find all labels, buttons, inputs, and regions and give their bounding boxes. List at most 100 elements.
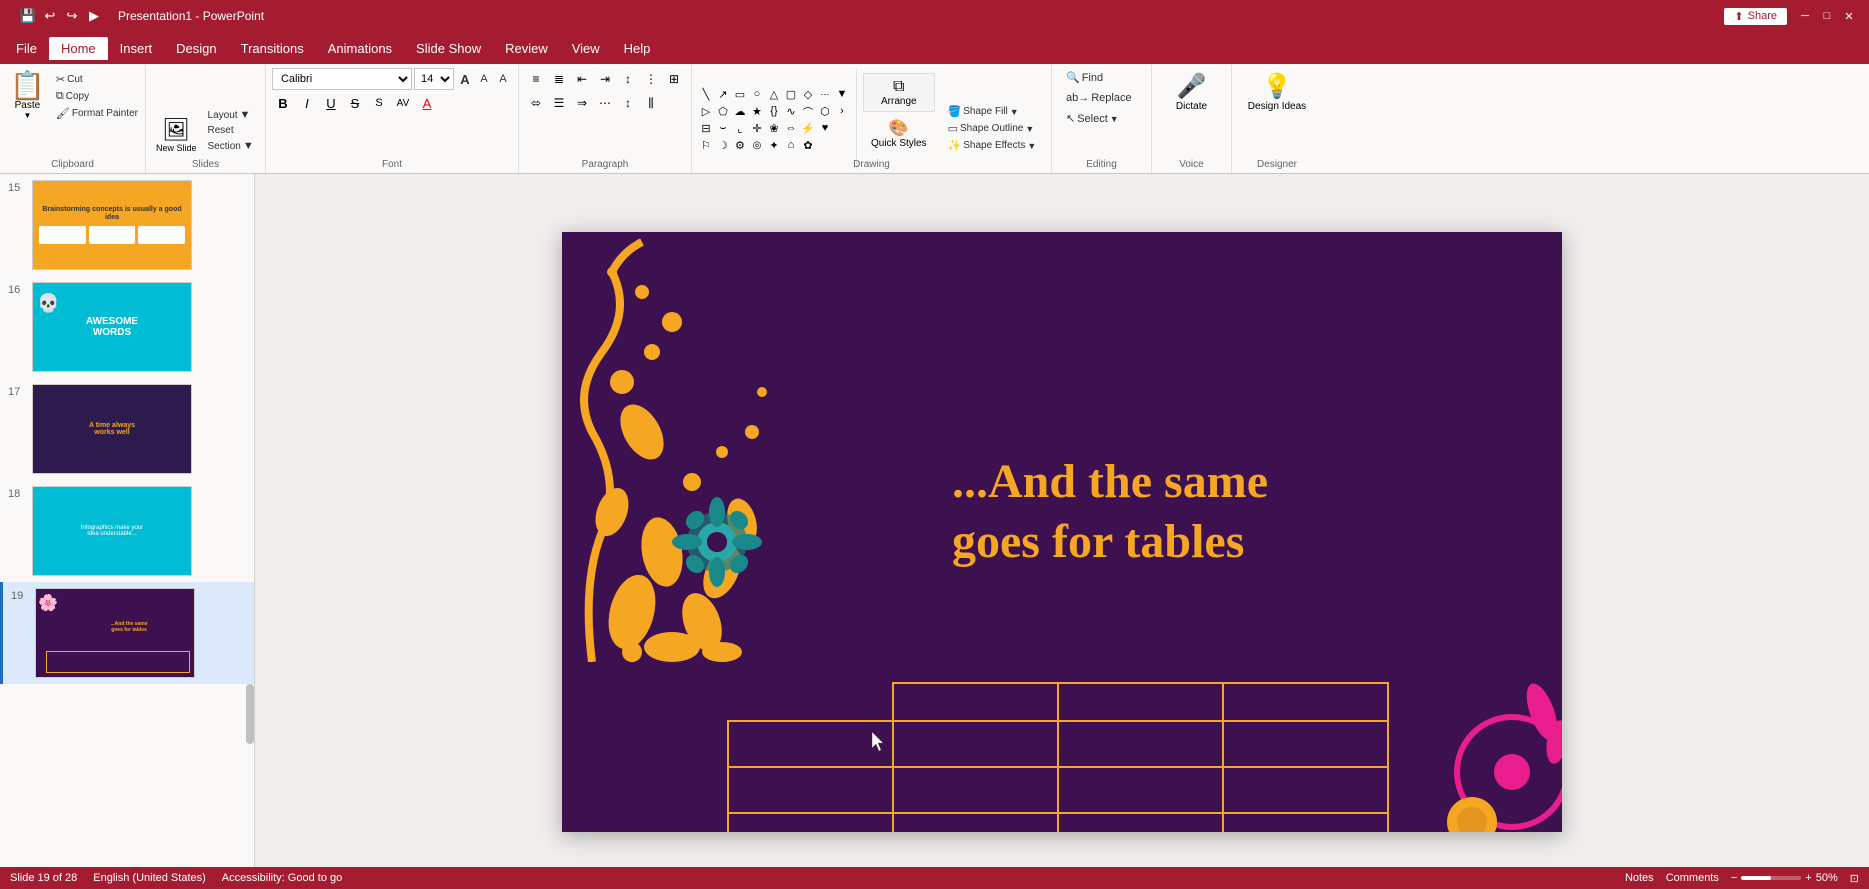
comments-button[interactable]: Comments <box>1666 872 1719 884</box>
align-columns-button[interactable]: ⋮ <box>640 68 662 90</box>
shapes-expand[interactable]: ▼ <box>834 86 850 102</box>
reset-button[interactable]: Reset <box>205 124 257 137</box>
quick-styles-button[interactable]: 🎨 Quick Styles <box>863 114 935 153</box>
shape-cloud[interactable]: ☁ <box>732 103 748 119</box>
shape-pentagon[interactable]: ⬠ <box>715 103 731 119</box>
dictate-button[interactable]: 🎤 Dictate <box>1172 68 1211 132</box>
font-size-select[interactable]: 14 <box>414 68 454 90</box>
menu-design[interactable]: Design <box>164 37 228 60</box>
font-family-select[interactable]: Calibri <box>272 68 412 90</box>
shape-curly[interactable]: ⌞ <box>732 120 748 136</box>
redo-button[interactable]: ↪ <box>62 6 82 26</box>
shape-oval[interactable]: ○ <box>749 86 765 102</box>
replace-button[interactable]: ab→ Replace <box>1060 89 1143 107</box>
shape-moon[interactable]: ☽ <box>715 137 731 153</box>
layout-button[interactable]: Layout ▼ <box>205 108 257 122</box>
font-color-button[interactable]: A <box>416 92 438 114</box>
align-right-button[interactable]: ⇒ <box>571 92 593 114</box>
shape-chevron[interactable]: › <box>834 103 850 119</box>
copy-button[interactable]: ⧉ Copy <box>53 89 141 104</box>
save-button[interactable]: 💾 <box>18 6 38 26</box>
zoom-out-button[interactable]: − <box>1731 872 1737 884</box>
select-dropdown[interactable]: ▼ <box>1110 114 1119 124</box>
shape-brace[interactable]: ⌣ <box>715 120 731 136</box>
line-spacing-button[interactable]: ↕ <box>617 92 639 114</box>
slide-thumb-17[interactable]: A time alwaysworks well <box>32 384 192 474</box>
present-button[interactable]: ▶ <box>84 6 104 26</box>
shape-hex[interactable]: ⬡ <box>817 103 833 119</box>
slide-item-18[interactable]: 18 Infographics make youridea understabl… <box>0 480 254 582</box>
shape-wave[interactable]: ∿ <box>783 103 799 119</box>
text-direction-button[interactable]: ↕ <box>617 68 639 90</box>
menu-review[interactable]: Review <box>493 37 560 60</box>
decrease-font-button[interactable]: A <box>475 68 493 90</box>
shape-rect[interactable]: ▭ <box>732 86 748 102</box>
shape-note[interactable]: ⚐ <box>698 137 714 153</box>
share-button[interactable]: ⬆ Share <box>1724 8 1787 25</box>
smartart-button[interactable]: ⊞ <box>663 68 685 90</box>
arrange-button[interactable]: ⧉ Arrange <box>863 73 935 112</box>
shape-eq[interactable]: ⊟ <box>698 120 714 136</box>
numbered-button[interactable]: ≣ <box>548 68 570 90</box>
increase-font-button[interactable]: A <box>456 68 474 90</box>
shape-fill-dropdown[interactable]: ▼ <box>1010 107 1019 117</box>
design-ideas-button[interactable]: 💡 Design Ideas <box>1244 68 1310 132</box>
maximize-button[interactable]: □ <box>1819 8 1835 24</box>
dec-indent-button[interactable]: ⇤ <box>571 68 593 90</box>
shape-fill-button[interactable]: 🪣 Shape Fill ▼ <box>945 104 1040 119</box>
menu-file[interactable]: File <box>4 37 49 60</box>
inc-indent-button[interactable]: ⇥ <box>594 68 616 90</box>
bullets-button[interactable]: ≡ <box>525 68 547 90</box>
shape-rtarrow[interactable]: ▷ <box>698 103 714 119</box>
shape-heart[interactable]: ♥ <box>817 120 833 136</box>
shape-double-arrow[interactable]: ⇔ <box>783 120 799 136</box>
minimize-button[interactable]: ─ <box>1797 8 1813 24</box>
shape-diamond[interactable]: ◇ <box>800 86 816 102</box>
menu-animations[interactable]: Animations <box>316 37 404 60</box>
shape-arrow[interactable]: ↗ <box>715 86 731 102</box>
slide-thumb-18[interactable]: Infographics make youridea understable..… <box>32 486 192 576</box>
slide-thumb-15[interactable]: Brainstorming concepts is usually a good… <box>32 180 192 270</box>
notes-button[interactable]: Notes <box>1625 872 1654 884</box>
slide-canvas[interactable]: ...And the same goes for tables <box>562 232 1562 832</box>
fit-page-button[interactable]: ⊡ <box>1850 872 1859 885</box>
shape-triangle[interactable]: △ <box>766 86 782 102</box>
menu-help[interactable]: Help <box>612 37 663 60</box>
shape-outline-button[interactable]: ▭ Shape Outline ▼ <box>945 121 1040 136</box>
menu-home[interactable]: Home <box>49 37 108 60</box>
slide-item-19[interactable]: 19 🌸 ...And the samegoes for tables <box>0 582 254 684</box>
zoom-slider[interactable] <box>1741 876 1801 880</box>
shape-line[interactable]: ╲ <box>698 86 714 102</box>
slide-item-16[interactable]: 16 AWESOMEWORDS 💀 <box>0 276 254 378</box>
close-button[interactable]: ✕ <box>1841 8 1857 24</box>
shape-medal[interactable]: ✦ <box>766 137 782 153</box>
select-button[interactable]: ↖ Select ▼ <box>1060 109 1143 128</box>
align-center-button[interactable]: ☰ <box>548 92 570 114</box>
shape-more[interactable]: ⋯ <box>817 86 833 102</box>
paste-button[interactable]: 📋 Paste ▼ <box>4 68 51 169</box>
menu-slideshow[interactable]: Slide Show <box>404 37 493 60</box>
strikethrough-button[interactable]: S <box>344 92 366 114</box>
italic-button[interactable]: I <box>296 92 318 114</box>
shape-ring[interactable]: ◎ <box>749 137 765 153</box>
find-button[interactable]: 🔍 Find <box>1060 68 1143 87</box>
shape-rounded-rect[interactable]: ▢ <box>783 86 799 102</box>
undo-button[interactable]: ↩ <box>40 6 60 26</box>
slide-thumb-16[interactable]: AWESOMEWORDS 💀 <box>32 282 192 372</box>
shape-cross[interactable]: ✛ <box>749 120 765 136</box>
justify-button[interactable]: ⋯ <box>594 92 616 114</box>
slide-table-container[interactable] <box>727 682 1389 832</box>
shape-flower[interactable]: ❀ <box>766 120 782 136</box>
section-button[interactable]: Section ▼ <box>205 139 257 153</box>
shape-custom2[interactable]: ✿ <box>800 137 816 153</box>
text-shadow-button[interactable]: S <box>368 92 390 114</box>
align-left-button[interactable]: ⬄ <box>525 92 547 114</box>
slide-item-17[interactable]: 17 A time alwaysworks well <box>0 378 254 480</box>
bold-button[interactable]: B <box>272 92 294 114</box>
shape-custom1[interactable]: ⌂ <box>783 137 799 153</box>
shape-arc[interactable]: ⌒ <box>800 103 816 119</box>
shape-gear[interactable]: ⚙ <box>732 137 748 153</box>
columns-button[interactable]: ⫼ <box>640 92 662 114</box>
spacing-button[interactable]: AV <box>392 92 414 114</box>
slide-editor[interactable]: ...And the same goes for tables <box>255 174 1869 889</box>
